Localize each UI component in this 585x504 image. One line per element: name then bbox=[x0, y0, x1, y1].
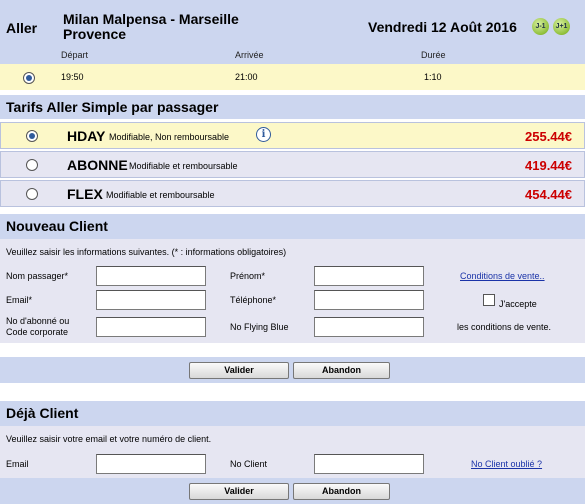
email-label: Email* bbox=[6, 295, 33, 305]
forgot-client-number-link[interactable]: No Client oublié ? bbox=[471, 459, 542, 469]
departure-column: Départ bbox=[61, 50, 89, 60]
existing-cancel-button[interactable]: Abandon bbox=[293, 483, 390, 500]
accept-label: J'accepte bbox=[499, 299, 537, 309]
travel-date: Vendredi 12 Août 2016 bbox=[368, 19, 517, 35]
fare-code: HDAY bbox=[67, 128, 106, 144]
subscriber-label-line-1: No d'abonné ou bbox=[6, 316, 70, 326]
fare-radio-abonne[interactable] bbox=[26, 159, 38, 171]
route-line-2: Provence bbox=[63, 26, 127, 42]
existing-client-form: Veuillez saisir votre email et votre num… bbox=[0, 426, 585, 478]
subscriber-label: No d'abonné ou Code corporate bbox=[6, 316, 69, 338]
existing-client-instructions: Veuillez saisir votre email et votre num… bbox=[6, 434, 212, 444]
flight-row[interactable]: 19:50 21:00 1:10 bbox=[0, 64, 585, 90]
phone-input[interactable] bbox=[314, 290, 424, 310]
flight-arrival: 21:00 bbox=[235, 72, 258, 82]
fare-description: Modifiable, Non remboursable bbox=[109, 132, 230, 142]
email-input[interactable] bbox=[96, 290, 206, 310]
duration-column: Durée bbox=[421, 50, 446, 60]
existing-email-input[interactable] bbox=[96, 454, 206, 474]
fare-radio-hday[interactable] bbox=[26, 130, 38, 142]
subscriber-label-line-2: Code corporate bbox=[6, 327, 69, 337]
spacer bbox=[0, 383, 585, 397]
client-number-label: No Client bbox=[230, 459, 268, 469]
cancel-button[interactable]: Abandon bbox=[293, 362, 390, 379]
flight-duration: 1:10 bbox=[424, 72, 442, 82]
flight-columns-header: Départ Arrivée Durée bbox=[0, 46, 585, 64]
fares-title: Tarifs Aller Simple par passager bbox=[0, 95, 585, 119]
new-client-form: Veuillez saisir les informations suivant… bbox=[0, 239, 585, 343]
new-client-title: Nouveau Client bbox=[0, 214, 585, 239]
fare-row-flex[interactable]: FLEX Modifiable et remboursable 454.44€ bbox=[0, 180, 585, 207]
fare-price: 255.44€ bbox=[525, 129, 572, 144]
spacer bbox=[0, 343, 585, 357]
passenger-name-label: Nom passager* bbox=[6, 271, 69, 281]
next-day-button[interactable]: J+1 bbox=[553, 18, 570, 35]
previous-day-button[interactable]: J-1 bbox=[532, 18, 549, 35]
flight-radio[interactable] bbox=[23, 72, 35, 84]
info-icon[interactable]: i bbox=[256, 127, 271, 142]
phone-label: Téléphone* bbox=[230, 295, 277, 305]
flight-departure: 19:50 bbox=[61, 72, 84, 82]
existing-client-actions: Valider Abandon bbox=[0, 478, 585, 504]
arrival-column: Arrivée bbox=[235, 50, 264, 60]
fare-code: FLEX bbox=[67, 186, 103, 202]
passenger-name-input[interactable] bbox=[96, 266, 206, 286]
first-name-label: Prénom* bbox=[230, 271, 266, 281]
direction-label: Aller bbox=[6, 20, 38, 36]
fare-description: Modifiable et remboursable bbox=[129, 161, 238, 171]
existing-validate-button[interactable]: Valider bbox=[189, 483, 289, 500]
fare-radio-flex[interactable] bbox=[26, 188, 38, 200]
new-client-instructions: Veuillez saisir les informations suivant… bbox=[6, 247, 287, 257]
fare-price: 419.44€ bbox=[525, 158, 572, 173]
client-number-input[interactable] bbox=[314, 454, 424, 474]
terms-text: les conditions de vente. bbox=[457, 322, 552, 332]
validate-button[interactable]: Valider bbox=[189, 362, 289, 379]
flying-blue-label: No Flying Blue bbox=[230, 322, 289, 332]
route-title: Milan Malpensa - Marseille Provence bbox=[63, 12, 303, 42]
flying-blue-input[interactable] bbox=[314, 317, 424, 337]
fare-row-hday[interactable]: HDAY Modifiable, Non remboursable i 255.… bbox=[0, 122, 585, 149]
existing-client-title: Déjà Client bbox=[0, 401, 585, 426]
trip-header: Aller Milan Malpensa - Marseille Provenc… bbox=[0, 0, 585, 46]
fare-code: ABONNE bbox=[67, 157, 128, 173]
terms-link[interactable]: Conditions de vente.. bbox=[460, 271, 545, 281]
existing-email-label: Email bbox=[6, 459, 29, 469]
accept-checkbox[interactable] bbox=[483, 294, 495, 306]
route-line-1: Milan Malpensa - Marseille bbox=[63, 11, 239, 27]
fare-row-abonne[interactable]: ABONNE Modifiable et remboursable 419.44… bbox=[0, 151, 585, 178]
fare-price: 454.44€ bbox=[525, 187, 572, 202]
first-name-input[interactable] bbox=[314, 266, 424, 286]
fare-description: Modifiable et remboursable bbox=[106, 190, 215, 200]
subscriber-code-input[interactable] bbox=[96, 317, 206, 337]
new-client-actions: Valider Abandon bbox=[0, 357, 585, 383]
